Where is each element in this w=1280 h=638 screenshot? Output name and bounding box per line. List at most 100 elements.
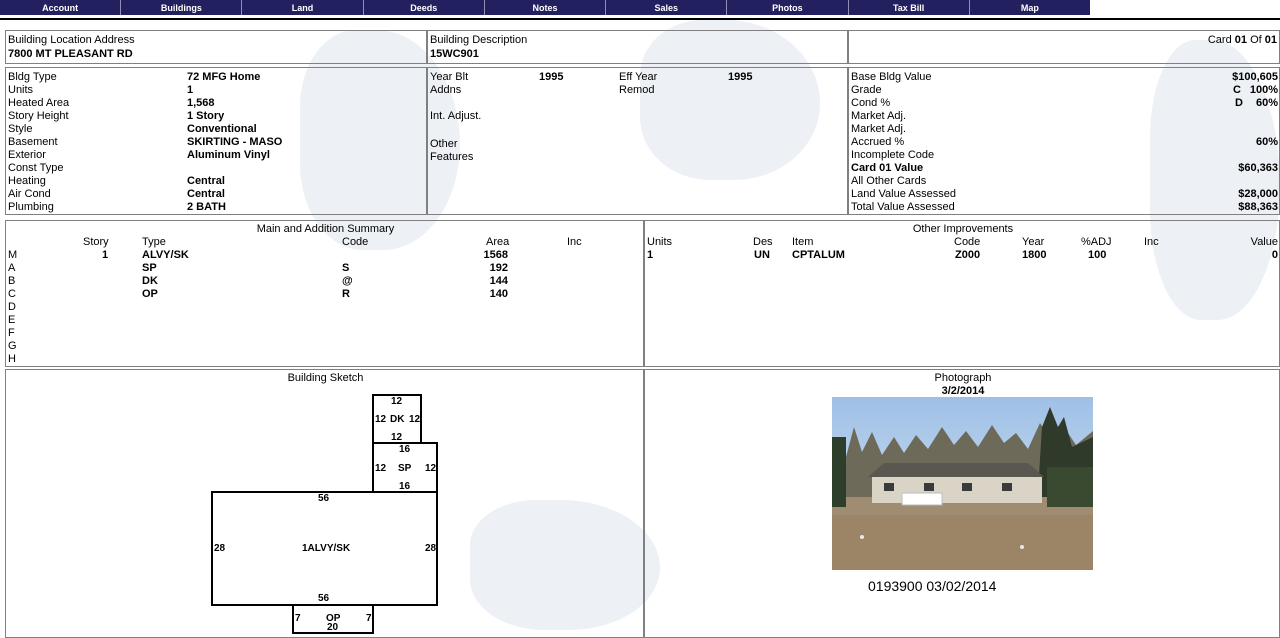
header-units: Units xyxy=(647,236,673,248)
header-story: Story xyxy=(83,236,109,248)
property-photo[interactable] xyxy=(832,397,1093,570)
detail-value: 72 MFG Home xyxy=(187,71,261,83)
tab-photos[interactable]: Photos xyxy=(727,0,849,15)
detail-label: Units xyxy=(8,84,34,96)
detail-value: 2 BATH xyxy=(187,201,226,213)
header-divider xyxy=(0,18,1280,20)
summary-area: 1568 xyxy=(483,249,508,261)
top-navigation-bar: Account Buildings Land Deeds Notes Sales… xyxy=(0,0,1090,15)
detail-label: Air Cond xyxy=(8,188,51,200)
summary-area: 140 xyxy=(489,288,508,300)
card-label: Card xyxy=(1207,34,1232,46)
detail-label: Plumbing xyxy=(8,201,54,213)
detail-label: Bldg Type xyxy=(8,71,57,83)
sp-top-dimension: 16 xyxy=(399,444,411,455)
tab-land[interactable]: Land xyxy=(242,0,364,15)
tab-map[interactable]: Map xyxy=(970,0,1090,15)
value-amount: 60% xyxy=(1255,97,1278,109)
int-adjust-label: Int. Adjust. xyxy=(430,110,482,122)
value-label: Card 01 Value xyxy=(851,162,924,174)
header-year: Year xyxy=(1022,236,1045,248)
other-improvements-panel: Other Improvements Units Des Item Code Y… xyxy=(644,220,1280,367)
card-indicator: Card 01 Of 01 xyxy=(1208,34,1277,47)
card-current: 01 xyxy=(1234,34,1247,46)
summary-code: @ xyxy=(342,275,353,287)
dk-left-dimension: 12 xyxy=(375,414,387,425)
description-panel: Building Description 15WC901 xyxy=(427,30,848,64)
header-adj: %ADJ xyxy=(1081,236,1112,248)
main-bottom-dimension: 56 xyxy=(318,593,330,604)
summary-area: 144 xyxy=(489,275,508,287)
detail-value: Central xyxy=(187,188,225,200)
values-panel: Base Bldg Value Grade Cond % Market Adj.… xyxy=(848,67,1280,215)
location-panel: Building Location Address 7800 MT PLEASA… xyxy=(5,30,427,64)
tab-buildings[interactable]: Buildings xyxy=(121,0,243,15)
location-label: Building Location Address xyxy=(8,34,135,46)
value-amount: $100,605 xyxy=(1232,71,1278,83)
op-bottom-dimension: 20 xyxy=(327,622,339,633)
tab-deeds[interactable]: Deeds xyxy=(364,0,485,15)
description-label: Building Description xyxy=(430,34,528,46)
summary-type: DK xyxy=(142,275,158,287)
main-top-dimension: 56 xyxy=(318,493,330,504)
op-right-dimension: 7 xyxy=(366,613,372,624)
tab-sales[interactable]: Sales xyxy=(606,0,728,15)
detail-value: 1 Story xyxy=(187,110,225,122)
improvement-year: 1800 xyxy=(1022,249,1047,261)
dk-top-dimension: 12 xyxy=(391,396,403,407)
header-inc: Inc xyxy=(567,236,582,248)
main-right-dimension: 28 xyxy=(425,543,437,554)
value-label: Base Bldg Value xyxy=(851,71,932,83)
value-label: Land Value Assessed xyxy=(851,188,956,200)
row-letter: A xyxy=(8,262,16,274)
detail-value: 1,568 xyxy=(187,97,215,109)
detail-label: Basement xyxy=(8,136,58,148)
value-label: Cond % xyxy=(851,97,891,109)
grade-code: C xyxy=(1233,84,1241,96)
op-left-dimension: 7 xyxy=(295,613,301,624)
summary-type: OP xyxy=(142,288,158,300)
row-letter: M xyxy=(8,249,18,261)
card-total: 01 xyxy=(1264,34,1277,46)
detail-value: Conventional xyxy=(187,123,257,135)
detail-value: SKIRTING - MASO xyxy=(187,136,283,148)
detail-label: Exterior xyxy=(8,149,46,161)
improvement-item: CPTALUM xyxy=(792,249,845,261)
eff-year-label: Eff Year xyxy=(619,71,658,83)
photograph-caption: 0193900 03/02/2014 xyxy=(868,578,997,594)
summary-code: S xyxy=(342,262,350,274)
other-improvements-title: Other Improvements xyxy=(912,223,1014,235)
sp-label: SP xyxy=(398,463,412,474)
main-left-dimension: 28 xyxy=(214,543,226,554)
row-letter: E xyxy=(8,314,16,326)
value-label: Accrued % xyxy=(851,136,905,148)
row-letter: H xyxy=(8,353,16,365)
sp-bottom-dimension: 16 xyxy=(399,481,411,492)
summary-type: SP xyxy=(142,262,157,274)
other-label: Other xyxy=(430,138,458,150)
tab-notes[interactable]: Notes xyxy=(485,0,607,15)
detail-value: 1 xyxy=(187,84,194,96)
remod-label: Remod xyxy=(619,84,655,96)
dk-label: DK xyxy=(390,414,405,425)
value-label: Incomplete Code xyxy=(851,149,935,161)
main-addition-summary-panel: Main and Addition Summary Story Type Cod… xyxy=(5,220,644,367)
header-item: Item xyxy=(792,236,814,248)
header-type: Type xyxy=(142,236,166,248)
summary-code: R xyxy=(342,288,350,300)
sp-left-dimension: 12 xyxy=(375,463,387,474)
tab-tax-bill[interactable]: Tax Bill xyxy=(849,0,970,15)
house-photo-image xyxy=(832,397,1093,570)
sp-right-dimension: 12 xyxy=(425,463,437,474)
summary-type: ALVY/SK xyxy=(142,249,189,261)
tab-account[interactable]: Account xyxy=(0,0,122,15)
photograph-title: Photograph xyxy=(934,372,992,384)
summary-title: Main and Addition Summary xyxy=(256,223,395,235)
year-built-label: Year Blt xyxy=(430,71,469,83)
card-of-label: Of xyxy=(1250,34,1262,46)
sketch-title: Building Sketch xyxy=(287,372,364,384)
value-label: Total Value Assessed xyxy=(851,201,955,213)
summary-story: 1 xyxy=(102,249,109,261)
row-letter: B xyxy=(8,275,16,287)
main-label: 1ALVY/SK xyxy=(302,543,351,554)
